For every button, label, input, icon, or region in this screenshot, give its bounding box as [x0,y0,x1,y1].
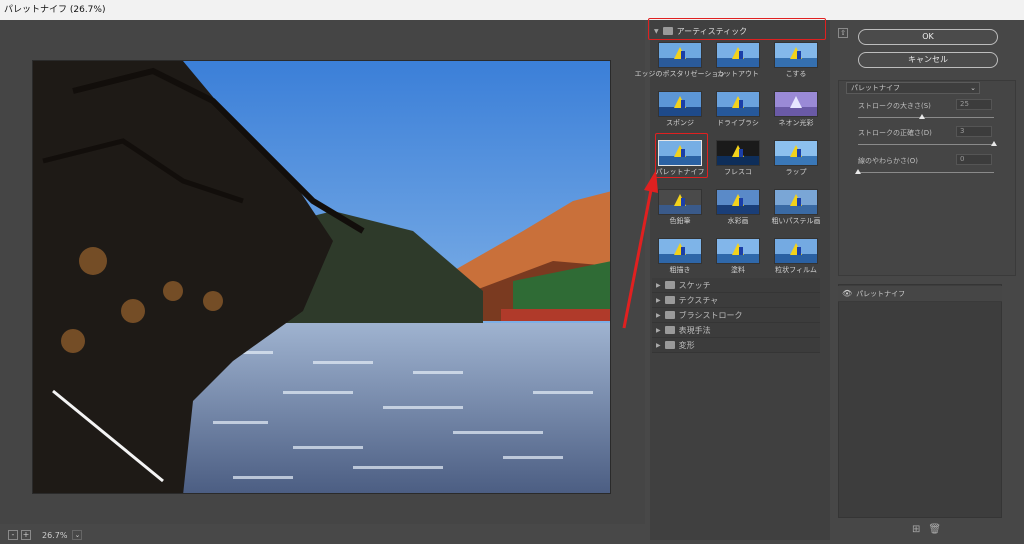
thumbnail-image [658,91,702,117]
slider-track[interactable] [858,144,994,145]
category-highlight-box [648,18,826,40]
filter-thumb-sponge[interactable]: スポンジ [654,91,706,136]
cancel-button[interactable]: キャンセル [858,52,998,68]
layer-actions: ⊞ 🗑 [912,524,941,535]
thumbnail-image [716,140,760,166]
filter-thumb-posterize-edges[interactable]: エッジのポスタリゼーション [635,42,725,87]
param-label: ストロークの正確さ(D) [858,129,932,137]
category-distort[interactable]: ▶ 変形 [652,338,820,353]
thumb-label: 粒状フィルム [775,266,817,274]
filter-select[interactable]: パレットナイフ ⌄ [846,82,980,94]
zoom-controls: - + 26.7% ⌄ [8,528,83,542]
thumbnail-image [716,42,760,68]
param-value-input[interactable]: 25 [956,99,992,110]
thumbnail-image [658,189,702,215]
thumbnail-image [774,140,818,166]
category-texture[interactable]: ▶ テクスチャ [652,293,820,308]
thumbnail-image [716,189,760,215]
effect-layers-panel [838,284,1002,518]
zoom-in-button[interactable]: + [21,530,31,540]
filter-thumb-fresco[interactable]: フレスコ [712,140,764,185]
filter-thumb-film-grain[interactable]: 粒状フィルム [770,238,822,283]
chevron-right-icon: ▶ [656,281,661,289]
category-label: スケッチ [678,280,711,290]
thumbnail-image [716,91,760,117]
filter-select-value: パレットナイフ [851,84,900,92]
chevron-right-icon: ▶ [656,341,661,349]
category-sketch[interactable]: ▶ スケッチ [652,278,820,293]
slider-track[interactable] [858,172,994,173]
thumb-label: ネオン光彩 [778,119,814,127]
thumbnail-image [716,238,760,264]
filter-thumb-plastic-wrap[interactable]: ラップ [770,140,822,185]
category-brush-strokes[interactable]: ▶ ブラシストローク [652,308,820,323]
category-label: 表現手法 [678,325,711,335]
thumb-label: こする [785,70,807,78]
category-label: テクスチャ [678,295,719,305]
slider-track[interactable] [858,117,994,118]
thumb-label: ドライブラシ [717,119,759,127]
chevron-down-icon: ⌄ [970,84,976,92]
preview-area[interactable]: - + 26.7% ⌄ [0,20,645,540]
filter-thumb-smudge[interactable]: こする [770,42,822,87]
slider-handle[interactable] [855,169,861,174]
folder-icon [664,311,675,319]
filter-thumb-dry-brush[interactable]: ドライブラシ [712,91,764,136]
ok-button[interactable]: OK [858,29,998,45]
filter-thumb-paint-daubs[interactable]: 塗料 [712,238,764,283]
filter-thumb-underpainting[interactable]: 粗描き [654,238,706,283]
chevron-right-icon: ▶ [656,311,661,319]
chevron-right-icon: ▶ [656,296,661,304]
filter-thumb-rough-pastels[interactable]: 粗いパステル画 [770,189,822,234]
new-effect-layer-icon[interactable]: ⊞ [912,524,920,535]
thumb-label: ラップ [785,168,807,176]
thumb-label: 粗いパステル画 [771,217,821,225]
param-value-input[interactable]: 3 [956,126,992,137]
filter-thumb-colored-pencil[interactable]: 色鉛筆 [654,189,706,234]
filter-thumb-watercolor[interactable]: 水彩画 [712,189,764,234]
folder-icon [664,326,675,334]
thumbnail-image [774,189,818,215]
zoom-out-button[interactable]: - [8,530,18,540]
slider-handle[interactable] [991,141,997,146]
collapse-gallery-icon[interactable]: ⇧ [838,28,848,38]
thumb-label: 粗描き [669,266,691,274]
zoom-dropdown-button[interactable]: ⌄ [72,530,83,540]
folder-icon [664,341,675,349]
slider-handle[interactable] [918,114,925,119]
thumb-label: 水彩画 [727,217,749,225]
window-title: パレットナイフ (26.7%) [0,0,1024,20]
folder-icon [664,281,675,289]
chevron-right-icon: ▶ [656,326,661,334]
thumb-label: 色鉛筆 [669,217,691,225]
zoom-level: 26.7% [42,530,68,540]
thumbnail-image [774,91,818,117]
folder-icon [664,296,675,304]
eye-icon[interactable]: 👁 [842,289,852,298]
preview-image[interactable] [32,60,611,494]
param-value-input[interactable]: 0 [956,154,992,165]
thumbnail-image [658,238,702,264]
filter-gallery: ▼ アーティスティック エッジのポスタリゼーション カットアウト こする スポン… [635,20,830,540]
thumbnail-image [658,42,702,68]
thumb-label: カットアウト [717,70,759,78]
selected-filter-highlight-box [655,133,708,178]
filter-thumb-neon-glow[interactable]: ネオン光彩 [770,91,822,136]
category-stylize[interactable]: ▶ 表現手法 [652,323,820,338]
thumb-label: スポンジ [666,119,694,127]
trash-icon[interactable]: 🗑 [928,524,941,535]
param-label: 線のやわらかさ(O) [858,157,918,165]
param-softness: 線のやわらかさ(O) 0 [855,154,998,186]
category-label: 変形 [678,340,695,350]
category-label: ブラシストローク [678,310,743,320]
filter-thumb-cutout[interactable]: カットアウト [712,42,764,87]
thumbnail-image [774,42,818,68]
thumb-label: 塗料 [731,266,745,274]
param-label: ストロークの大きさ(S) [858,102,931,110]
thumb-label: フレスコ [724,168,752,176]
thumbnail-image [774,238,818,264]
effect-layer-name: パレットナイフ [856,289,906,298]
category-list: ▶ スケッチ ▶ テクスチャ ▶ ブラシストローク ▶ 表現手法 ▶ 変形 [652,278,820,353]
effect-layer-row[interactable]: 👁 パレットナイフ [838,286,1002,302]
